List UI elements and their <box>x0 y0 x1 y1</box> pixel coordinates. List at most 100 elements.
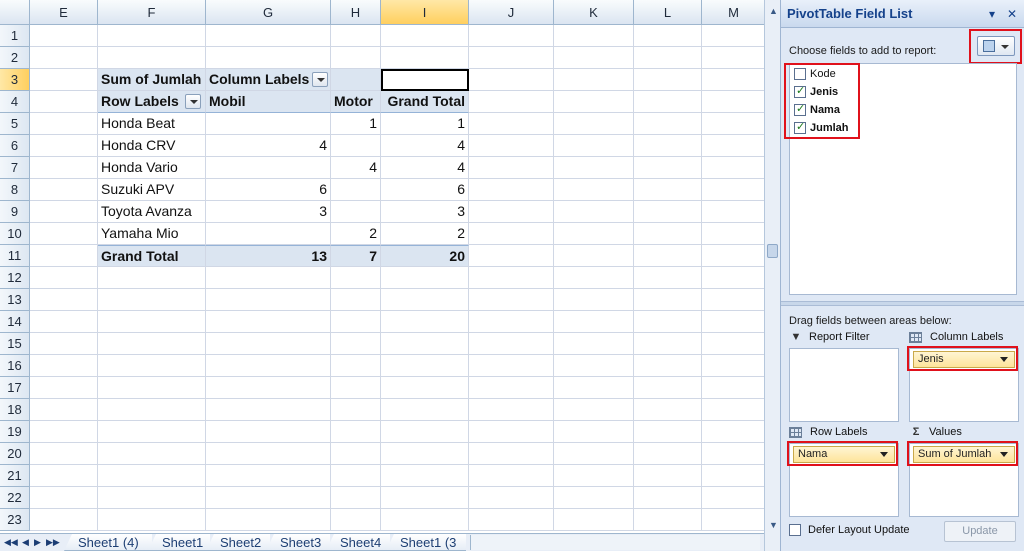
cell[interactable] <box>634 311 702 333</box>
row-header-21[interactable]: 21 <box>0 465 30 487</box>
cell[interactable] <box>30 465 98 487</box>
column-header-h[interactable]: H <box>331 0 381 25</box>
row-header-1[interactable]: 1 <box>0 25 30 47</box>
cell[interactable] <box>634 289 702 311</box>
cell[interactable] <box>554 223 634 245</box>
cell[interactable] <box>702 25 764 47</box>
cell[interactable] <box>98 47 206 69</box>
cell[interactable] <box>381 399 469 421</box>
cell[interactable] <box>469 69 554 91</box>
pivot-grand-mobil[interactable]: 13 <box>206 245 331 267</box>
cell[interactable] <box>702 509 764 531</box>
pivot-row-label[interactable]: Toyota Avanza <box>98 201 206 223</box>
column-filter-dropdown-icon[interactable] <box>312 71 329 87</box>
report-filter-area[interactable] <box>789 348 899 422</box>
cell[interactable] <box>206 421 331 443</box>
cell[interactable] <box>206 443 331 465</box>
cell[interactable] <box>634 135 702 157</box>
cell[interactable] <box>331 355 381 377</box>
pane-menu-icon[interactable]: ▾ <box>989 0 995 28</box>
pivot-header-filler[interactable] <box>331 69 381 91</box>
pivot-value-motor[interactable]: 2 <box>331 223 381 245</box>
cell[interactable] <box>381 333 469 355</box>
pivot-value-motor[interactable] <box>331 179 381 201</box>
cell[interactable] <box>634 377 702 399</box>
cell[interactable] <box>702 113 764 135</box>
cell[interactable] <box>206 289 331 311</box>
column-header-l[interactable]: L <box>634 0 702 25</box>
cell[interactable] <box>30 487 98 509</box>
cell[interactable] <box>331 399 381 421</box>
cell[interactable] <box>469 157 554 179</box>
row-header-7[interactable]: 7 <box>0 157 30 179</box>
close-icon[interactable]: ✕ <box>1007 0 1017 28</box>
cell[interactable] <box>469 333 554 355</box>
sheet-tab[interactable]: Sheet1 <box>148 534 210 551</box>
cell[interactable] <box>381 311 469 333</box>
row-header-10[interactable]: 10 <box>0 223 30 245</box>
select-all-corner[interactable] <box>0 0 30 25</box>
cell[interactable] <box>554 377 634 399</box>
cell[interactable] <box>30 311 98 333</box>
cell[interactable] <box>554 69 634 91</box>
cell[interactable] <box>98 267 206 289</box>
row-header-12[interactable]: 12 <box>0 267 30 289</box>
cell[interactable] <box>381 465 469 487</box>
cell[interactable] <box>554 421 634 443</box>
cell[interactable] <box>702 267 764 289</box>
pivot-row-labels[interactable]: Row Labels <box>98 91 206 113</box>
sheet-tab[interactable]: Sheet1 (4) <box>64 534 152 551</box>
cell[interactable] <box>469 487 554 509</box>
cell[interactable] <box>98 377 206 399</box>
sheet-tab[interactable]: Sheet3 <box>266 534 330 551</box>
cell[interactable] <box>554 333 634 355</box>
cell[interactable] <box>469 421 554 443</box>
pivot-value-motor[interactable]: 1 <box>331 113 381 135</box>
pivot-value-motor[interactable] <box>331 201 381 223</box>
cell[interactable] <box>206 311 331 333</box>
pivot-value-mobil[interactable] <box>206 223 331 245</box>
row-header-9[interactable]: 9 <box>0 201 30 223</box>
cell[interactable] <box>634 355 702 377</box>
pivot-value-mobil[interactable] <box>206 157 331 179</box>
pane-splitter[interactable] <box>781 301 1024 306</box>
last-sheet-icon[interactable]: ▶▶ <box>46 537 60 548</box>
cell[interactable] <box>469 25 554 47</box>
cell[interactable] <box>702 421 764 443</box>
row-header-23[interactable]: 23 <box>0 509 30 531</box>
cell[interactable] <box>702 245 764 267</box>
cell[interactable] <box>98 465 206 487</box>
scroll-up-icon[interactable]: ▲ <box>769 6 778 16</box>
row-header-17[interactable]: 17 <box>0 377 30 399</box>
cell[interactable] <box>98 289 206 311</box>
cell[interactable] <box>30 399 98 421</box>
update-button[interactable]: Update <box>944 521 1016 542</box>
cell[interactable] <box>30 289 98 311</box>
pivot-row-label[interactable]: Yamaha Mio <box>98 223 206 245</box>
cell[interactable] <box>381 377 469 399</box>
column-header-k[interactable]: K <box>554 0 634 25</box>
sheet-tab[interactable]: Sheet2 <box>206 534 270 551</box>
active-cell[interactable] <box>381 69 469 91</box>
cell[interactable] <box>331 421 381 443</box>
row-header-16[interactable]: 16 <box>0 355 30 377</box>
cell[interactable] <box>30 267 98 289</box>
cell[interactable] <box>702 69 764 91</box>
cell[interactable] <box>30 333 98 355</box>
cell[interactable] <box>554 267 634 289</box>
pivot-value-total[interactable]: 4 <box>381 157 469 179</box>
pivot-value-motor[interactable]: 4 <box>331 157 381 179</box>
sheet-tab[interactable]: Sheet4 <box>326 534 390 551</box>
cell[interactable] <box>381 487 469 509</box>
cell[interactable] <box>634 201 702 223</box>
cell[interactable] <box>554 289 634 311</box>
cell[interactable] <box>469 465 554 487</box>
cell[interactable] <box>634 421 702 443</box>
pivot-row-label[interactable]: Suzuki APV <box>98 179 206 201</box>
pivot-column-labels[interactable]: Column Labels <box>206 69 331 91</box>
cell[interactable] <box>554 201 634 223</box>
scroll-down-icon[interactable]: ▼ <box>769 520 778 530</box>
cell[interactable] <box>469 245 554 267</box>
cell[interactable] <box>206 25 331 47</box>
cell[interactable] <box>554 113 634 135</box>
